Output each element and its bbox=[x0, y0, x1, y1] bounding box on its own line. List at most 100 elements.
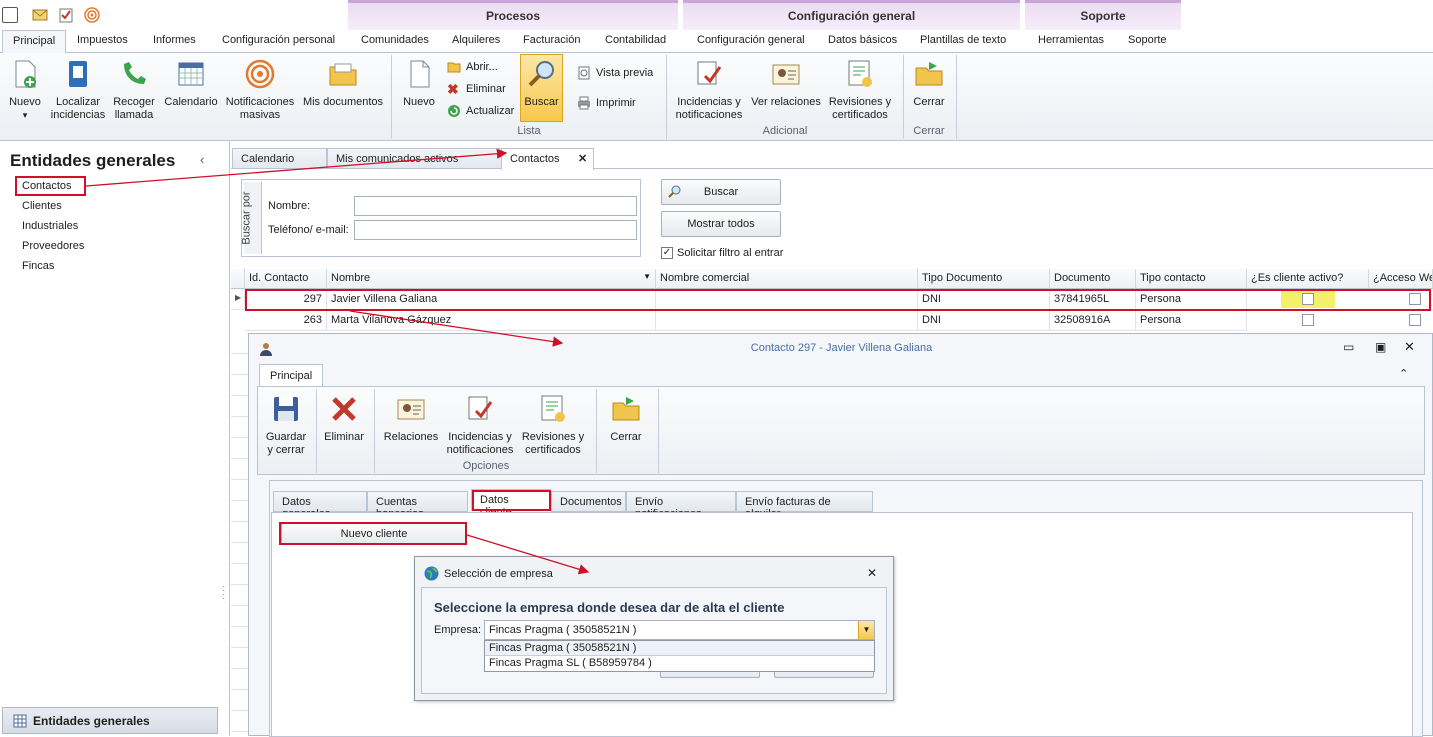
filtro-checkbox-row[interactable]: ✓ Solicitar filtro al entrar bbox=[661, 247, 783, 259]
nuevo-lista-button[interactable]: Nuevo bbox=[398, 58, 440, 109]
collapse-chevron-icon[interactable]: ‹ bbox=[200, 152, 204, 167]
col-tipo-doc[interactable]: Tipo Documento bbox=[918, 269, 1050, 289]
col-documento[interactable]: Documento bbox=[1050, 269, 1136, 289]
tab-envio-notificaciones[interactable]: Envío notificaciones bbox=[626, 491, 736, 520]
imprimir-button[interactable]: Imprimir bbox=[577, 96, 636, 110]
group-lista-label: Lista bbox=[517, 125, 541, 137]
splitter-grip-icon[interactable]: · · · · bbox=[222, 582, 225, 604]
mostrar-todos-button[interactable]: Mostrar todos bbox=[661, 211, 781, 237]
dialog-title: Contacto 297 - Javier Villena Galiana bbox=[750, 342, 933, 354]
incidencias-button[interactable]: Incidencias y notificaciones bbox=[672, 58, 746, 122]
col-tipo-contacto[interactable]: Tipo contacto bbox=[1136, 269, 1247, 289]
folder-icon bbox=[329, 63, 357, 86]
table-cell[interactable]: Persona bbox=[1136, 310, 1247, 331]
highlight-contactos bbox=[15, 176, 86, 196]
grid-icon bbox=[13, 714, 27, 728]
incidencias-dialog-button[interactable]: Incidencias y notificaciones bbox=[446, 393, 514, 457]
col-acceso-web[interactable]: ¿Acceso Web bbox=[1369, 269, 1433, 289]
recoger-llamada-button[interactable]: Recoger llamada bbox=[110, 58, 158, 122]
broadcast-icon[interactable] bbox=[84, 7, 100, 23]
eliminar-button[interactable]: ✖ Eliminar bbox=[447, 82, 506, 96]
task-icon[interactable] bbox=[58, 7, 74, 23]
tab-herramientas[interactable]: Herramientas bbox=[1038, 34, 1104, 46]
empresa-dropdown-list: Fincas Pragma ( 35058521N ) Fincas Pragm… bbox=[484, 640, 875, 672]
doc-tab-contactos[interactable]: Contactos ✕ bbox=[501, 148, 594, 170]
tab-informes[interactable]: Informes bbox=[153, 34, 196, 46]
guardar-cerrar-button[interactable]: Guardar y cerrar bbox=[264, 393, 308, 457]
cerrar-button[interactable]: Cerrar bbox=[909, 58, 949, 109]
cerrar-dialog-button[interactable]: Cerrar bbox=[602, 393, 650, 444]
close-icon[interactable]: ✕ bbox=[578, 152, 587, 165]
tab-datos-basicos[interactable]: Datos básicos bbox=[828, 34, 897, 46]
telefono-input[interactable] bbox=[354, 220, 637, 240]
vista-previa-button[interactable]: Vista previa bbox=[577, 66, 653, 80]
tab-comunidades[interactable]: Comunidades bbox=[361, 34, 429, 46]
app-icon[interactable] bbox=[2, 7, 18, 23]
nav-item-proveedores[interactable]: Proveedores bbox=[22, 240, 84, 252]
table-cell[interactable]: 263 bbox=[245, 310, 327, 331]
col-comercial[interactable]: Nombre comercial bbox=[656, 269, 918, 289]
nav-item-clientes[interactable]: Clientes bbox=[22, 200, 62, 212]
chevron-down-icon[interactable]: ▼ bbox=[858, 621, 874, 639]
tab-configuracion-personal[interactable]: Configuración personal bbox=[222, 34, 335, 46]
list-item[interactable]: Fincas Pragma SL ( B58959784 ) bbox=[485, 656, 874, 671]
nav-item-fincas[interactable]: Fincas bbox=[22, 260, 54, 272]
ver-relaciones-button[interactable]: Ver relaciones bbox=[751, 58, 821, 109]
tab-alquileres[interactable]: Alquileres bbox=[452, 34, 500, 46]
mail-icon[interactable] bbox=[32, 7, 48, 23]
actualizar-button[interactable]: Actualizar bbox=[447, 104, 514, 118]
revisiones-button[interactable]: Revisiones y certificados bbox=[826, 58, 894, 122]
table-cell[interactable] bbox=[656, 310, 918, 331]
list-item[interactable]: Fincas Pragma ( 35058521N ) bbox=[485, 641, 874, 656]
localizar-incidencias-button[interactable]: Localizar incidencias bbox=[50, 58, 106, 122]
table-cell[interactable]: Marta Vilanova Gázquez bbox=[327, 310, 656, 331]
mis-documentos-button[interactable]: Mis documentos bbox=[302, 58, 384, 109]
tab-facturacion[interactable]: Facturación bbox=[523, 34, 580, 46]
empresa-select[interactable]: Fincas Pragma ( 35058521N ) ▼ bbox=[484, 620, 875, 640]
open-folder-icon bbox=[447, 62, 461, 73]
tab-contabilidad[interactable]: Contabilidad bbox=[605, 34, 666, 46]
maximize-icon[interactable]: ▣ bbox=[1375, 340, 1386, 354]
collapse-ribbon-icon[interactable]: ⌃ bbox=[1399, 367, 1408, 380]
relaciones-button[interactable]: Relaciones bbox=[382, 393, 440, 444]
buscar-search-button[interactable]: Buscar bbox=[661, 179, 781, 205]
context-group-soporte: Soporte bbox=[1025, 0, 1181, 30]
tab-plantillas[interactable]: Plantillas de texto bbox=[920, 34, 1006, 46]
filtro-checkbox[interactable]: ✓ bbox=[661, 247, 673, 259]
col-cliente-activo[interactable]: ¿Es cliente activo? bbox=[1247, 269, 1369, 289]
cliente-activo-checkbox[interactable] bbox=[1302, 314, 1314, 326]
table-cell[interactable]: DNI bbox=[918, 310, 1050, 331]
tab-principal[interactable]: Principal bbox=[2, 30, 67, 54]
row-selector-icon[interactable]: ▶ bbox=[231, 289, 245, 310]
close-icon[interactable]: ✕ bbox=[1404, 339, 1415, 355]
tab-envio-facturas[interactable]: Envío facturas de alquiler bbox=[736, 491, 873, 520]
nuevo-button[interactable]: Nuevo ▾ bbox=[4, 58, 46, 122]
tab-datos-generales[interactable]: Datos generales bbox=[273, 491, 367, 520]
tab-impuestos[interactable]: Impuestos bbox=[77, 34, 128, 46]
tab-soporte[interactable]: Soporte bbox=[1128, 34, 1167, 46]
buscar-button[interactable]: Buscar bbox=[520, 54, 563, 122]
abrir-button[interactable]: Abrir... bbox=[447, 60, 498, 74]
table-cell[interactable]: 32508916A bbox=[1050, 310, 1136, 331]
checklist-icon bbox=[468, 396, 493, 420]
col-id[interactable]: Id. Contacto bbox=[245, 269, 327, 289]
doc-tab-calendario[interactable]: Calendario bbox=[232, 148, 327, 169]
nombre-input[interactable] bbox=[354, 196, 637, 216]
revisiones-dialog-button[interactable]: Revisiones y certificados bbox=[520, 393, 586, 457]
acceso-web-checkbox[interactable] bbox=[1409, 314, 1421, 326]
calendario-button[interactable]: Calendario bbox=[163, 58, 219, 109]
nav-footer-entidades[interactable]: Entidades generales bbox=[2, 707, 218, 734]
notificaciones-masivas-button[interactable]: Notificaciones masivas bbox=[224, 58, 296, 122]
eliminar-contacto-button[interactable]: Eliminar bbox=[322, 393, 366, 444]
col-nombre[interactable]: Nombre ▼ bbox=[327, 269, 656, 289]
dialog-tab-principal[interactable]: Principal bbox=[259, 364, 324, 387]
blank-document-icon bbox=[410, 60, 430, 88]
tab-cuentas-bancarias[interactable]: Cuentas bancarias bbox=[367, 491, 468, 520]
minimize-icon[interactable]: ▭ bbox=[1343, 340, 1354, 354]
doc-tab-comunicados[interactable]: Mis comunicados activos bbox=[327, 148, 502, 169]
close-icon[interactable]: ✕ bbox=[867, 566, 877, 580]
phonebook-icon bbox=[69, 61, 87, 87]
tab-configuracion-general[interactable]: Configuración general bbox=[697, 34, 805, 46]
nav-item-industriales[interactable]: Industriales bbox=[22, 220, 78, 232]
tab-documentos[interactable]: Documentos bbox=[551, 491, 626, 512]
